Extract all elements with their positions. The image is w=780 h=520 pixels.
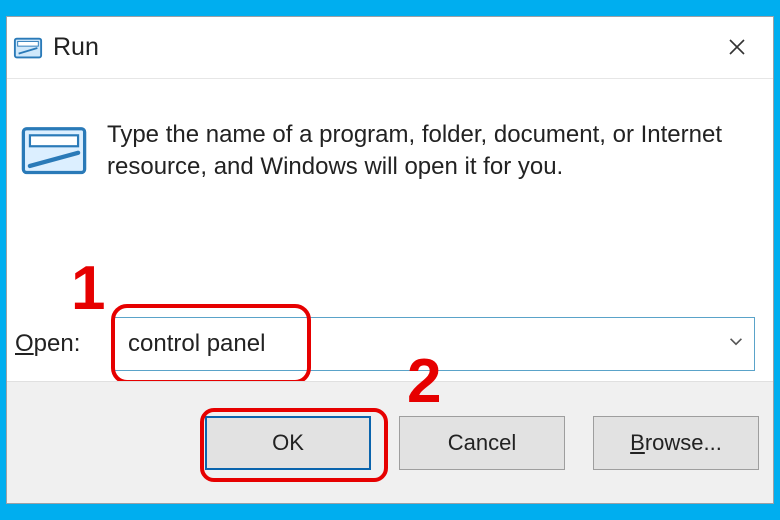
description-row: Type the name of a program, folder, docu… [19, 119, 743, 184]
open-combobox[interactable] [113, 317, 755, 371]
annotation-step-1: 1 [71, 253, 105, 324]
open-row: Open: [15, 317, 755, 371]
run-icon [13, 33, 43, 63]
ok-button[interactable]: OK [205, 416, 371, 470]
dialog-content: Type the name of a program, folder, docu… [7, 79, 773, 381]
description-text: Type the name of a program, folder, docu… [107, 119, 743, 184]
run-dialog: Run Type the name of a program, folder, … [6, 16, 774, 504]
close-icon [727, 37, 747, 60]
run-large-icon [19, 119, 89, 183]
cancel-button[interactable]: Cancel [399, 416, 565, 470]
window-title: Run [53, 33, 99, 62]
open-input[interactable] [113, 317, 755, 371]
open-label: Open: [15, 330, 113, 358]
titlebar: Run [7, 17, 773, 79]
button-bar: OK Cancel Browse... 2 [7, 381, 773, 503]
browse-button[interactable]: Browse... [593, 416, 759, 470]
close-button[interactable] [701, 17, 773, 79]
